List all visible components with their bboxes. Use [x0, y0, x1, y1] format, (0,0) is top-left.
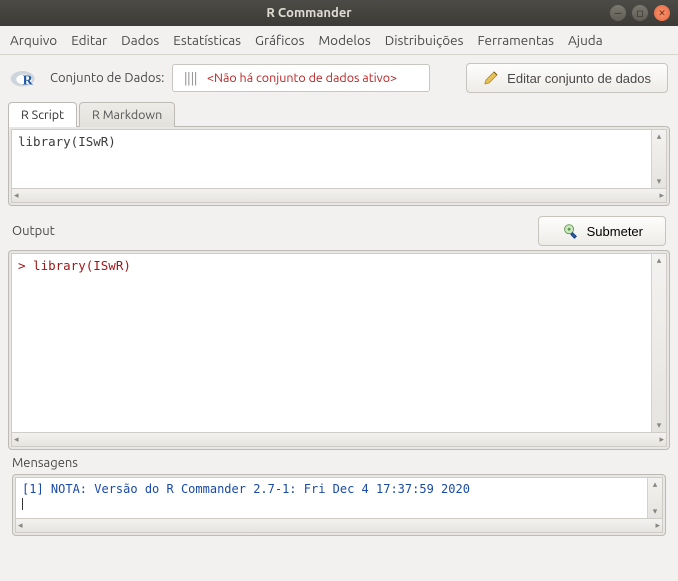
toolbar: R Conjunto de Dados: ‖‖ <Não há conjunto…: [0, 55, 678, 101]
scroll-left-icon[interactable]: ◂: [18, 520, 23, 531]
output-header: Output Submeter: [0, 206, 678, 250]
scroll-up-icon[interactable]: ▴: [657, 254, 662, 267]
messages-section: Mensagens [1] NOTA: Versão do R Commande…: [0, 450, 678, 538]
script-vertical-scrollbar[interactable]: ▴ ▾: [651, 130, 666, 188]
messages-label: Mensagens: [12, 456, 666, 470]
scroll-right-icon[interactable]: ▸: [655, 520, 660, 531]
scroll-left-icon[interactable]: ◂: [14, 434, 19, 445]
menu-modelos[interactable]: Modelos: [318, 32, 370, 48]
messages-content: [1] NOTA: Versão do R Commander 2.7-1: F…: [22, 482, 470, 496]
close-button[interactable]: ✕: [654, 5, 670, 21]
tab-r-markdown-label: R Markdown: [92, 108, 162, 122]
dataset-column-icon: ‖‖: [183, 71, 197, 86]
script-textarea[interactable]: library(ISwR): [12, 130, 651, 188]
scroll-right-icon[interactable]: ▸: [659, 190, 664, 201]
dataset-label: Conjunto de Dados:: [50, 71, 164, 85]
menu-distribuicoes[interactable]: Distribuições: [385, 32, 464, 48]
scroll-down-icon[interactable]: ▾: [657, 419, 662, 432]
submit-gear-icon: [561, 222, 579, 240]
script-horizontal-scrollbar[interactable]: ◂ ▸: [11, 189, 667, 203]
dataset-selector[interactable]: ‖‖ <Não há conjunto de dados ativo>: [172, 64, 430, 92]
menu-arquivo[interactable]: Arquivo: [10, 32, 57, 48]
scroll-right-icon[interactable]: ▸: [659, 434, 664, 445]
submit-button-label: Submeter: [587, 224, 643, 239]
tab-r-script-label: R Script: [21, 108, 64, 122]
edit-dataset-label: Editar conjunto de dados: [507, 71, 651, 86]
output-panel: > library(ISwR) ▴ ▾ ◂ ▸: [8, 250, 670, 450]
edit-dataset-button[interactable]: Editar conjunto de dados: [466, 63, 668, 93]
scroll-up-icon[interactable]: ▴: [657, 130, 662, 143]
output-label: Output: [12, 224, 55, 238]
menu-ferramentas[interactable]: Ferramentas: [477, 32, 554, 48]
window-titlebar: R Commander ─ ◻ ✕: [0, 0, 678, 26]
minimize-button[interactable]: ─: [610, 5, 626, 21]
svg-text:R: R: [23, 73, 34, 88]
window-title: R Commander: [8, 6, 610, 20]
menu-ajuda[interactable]: Ajuda: [568, 32, 603, 48]
menu-editar[interactable]: Editar: [71, 32, 107, 48]
script-tabs: R Script R Markdown: [8, 102, 670, 127]
dataset-status-text: <Não há conjunto de dados ativo>: [207, 71, 397, 85]
output-vertical-scrollbar[interactable]: ▴ ▾: [651, 254, 666, 432]
output-textarea[interactable]: > library(ISwR): [12, 254, 651, 432]
messages-horizontal-scrollbar[interactable]: ◂ ▸: [15, 519, 663, 533]
menu-graficos[interactable]: Gráficos: [255, 32, 304, 48]
messages-vertical-scrollbar[interactable]: ▴ ▾: [647, 478, 662, 518]
menu-estatisticas[interactable]: Estatísticas: [173, 32, 241, 48]
pencil-icon: [483, 70, 499, 86]
submit-button[interactable]: Submeter: [538, 216, 666, 246]
r-logo-icon: R: [10, 66, 38, 90]
output-horizontal-scrollbar[interactable]: ◂ ▸: [11, 433, 667, 447]
maximize-button[interactable]: ◻: [632, 5, 648, 21]
window-controls: ─ ◻ ✕: [610, 5, 670, 21]
scroll-down-icon[interactable]: ▾: [657, 175, 662, 188]
scroll-left-icon[interactable]: ◂: [14, 190, 19, 201]
menu-dados[interactable]: Dados: [121, 32, 159, 48]
scroll-down-icon[interactable]: ▾: [653, 505, 658, 518]
script-panel: library(ISwR) ▴ ▾ ◂ ▸: [8, 126, 670, 206]
menu-bar: Arquivo Editar Dados Estatísticas Gráfic…: [0, 26, 678, 55]
tab-r-markdown[interactable]: R Markdown: [79, 102, 175, 127]
scroll-up-icon[interactable]: ▴: [653, 478, 658, 491]
text-cursor: [22, 498, 23, 510]
tab-r-script[interactable]: R Script: [8, 102, 77, 127]
messages-textarea[interactable]: [1] NOTA: Versão do R Commander 2.7-1: F…: [16, 478, 647, 518]
